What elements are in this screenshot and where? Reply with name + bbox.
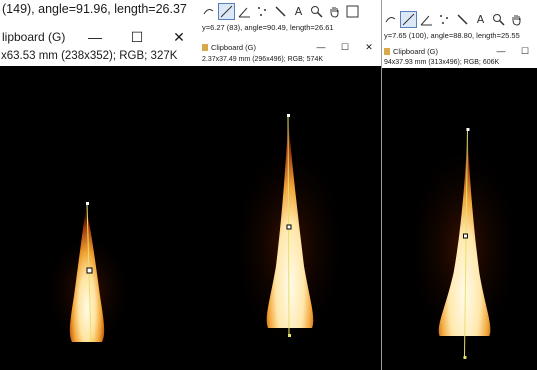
titlebar-1[interactable]: lipboard (G) — ☐ ✕ (0, 27, 200, 47)
color-picker-icon[interactable] (344, 3, 361, 20)
minimize-button-3[interactable]: — (489, 46, 513, 57)
image-info-2: 2.37x37.49 mm (296x496); RGB; 574K (202, 56, 324, 63)
maximize-button-2[interactable]: ☐ (333, 42, 357, 53)
window-title-3: Clipboard (G) (393, 46, 439, 56)
straight-line-tool-icon[interactable] (218, 3, 235, 20)
minimize-button-1[interactable]: — (74, 29, 116, 46)
window-title-2: Clipboard (G) (211, 42, 257, 52)
line-tool-icon[interactable] (382, 11, 399, 28)
close-button-1[interactable]: ✕ (158, 29, 200, 46)
flame-image-3[interactable] (382, 68, 537, 370)
text-tool-icon[interactable]: A (290, 3, 307, 20)
toolbar-3: A (382, 11, 525, 28)
straight-line-tool-icon[interactable] (400, 11, 417, 28)
image-window-1: (149), angle=91.96, length=26.37 lipboar… (0, 0, 200, 370)
image-info-1: x63.53 mm (238x352); RGB; 327K (1, 50, 178, 62)
titlebar-2[interactable]: Clipboard (G) — ☐ ✕ (200, 40, 381, 54)
window-title-1: lipboard (G) (2, 30, 66, 44)
app-icon (384, 47, 390, 55)
wand-tool-icon[interactable] (454, 11, 471, 28)
status-line-3: y=7.65 (100), angle=88.80, length=25.55 (384, 31, 520, 40)
text-tool-icon[interactable]: A (472, 11, 489, 28)
hand-tool-icon[interactable] (508, 11, 525, 28)
flame-image-1[interactable] (0, 66, 200, 370)
close-button-2[interactable]: ✕ (357, 42, 381, 53)
image-window-3: A y=7.65 (100), angle=88.80, length=25.5… (381, 0, 537, 370)
measure-handle-2 (286, 224, 292, 230)
wand-tool-icon[interactable] (272, 3, 289, 20)
status-line-2: y=6.27 (83), angle=90.49, length=26.61 (202, 23, 334, 32)
app-icon (202, 43, 208, 51)
magnifier-tool-icon[interactable] (308, 3, 325, 20)
angle-tool-icon[interactable] (236, 3, 253, 20)
measure-handle-3 (462, 233, 468, 239)
titlebar-3[interactable]: Clipboard (G) — ☐ (382, 44, 537, 58)
magnifier-tool-icon[interactable] (490, 11, 507, 28)
multipoint-tool-icon[interactable] (436, 11, 453, 28)
flame-image-2[interactable] (200, 66, 381, 370)
angle-tool-icon[interactable] (418, 11, 435, 28)
minimize-button-2[interactable]: — (309, 42, 333, 53)
maximize-button-1[interactable]: ☐ (116, 29, 158, 46)
hand-tool-icon[interactable] (326, 3, 343, 20)
toolbar-2: A (200, 3, 361, 20)
image-info-3: 94x37.93 mm (313x496); RGB; 606K (384, 59, 500, 66)
measure-handle-1 (86, 267, 93, 274)
image-window-2: A y=6.27 (83), angle=90.49, length=26.61… (200, 0, 381, 370)
line-tool-icon[interactable] (200, 3, 217, 20)
multipoint-tool-icon[interactable] (254, 3, 271, 20)
status-line-1: (149), angle=91.96, length=26.37 (2, 2, 187, 16)
maximize-button-3[interactable]: ☐ (513, 46, 537, 57)
